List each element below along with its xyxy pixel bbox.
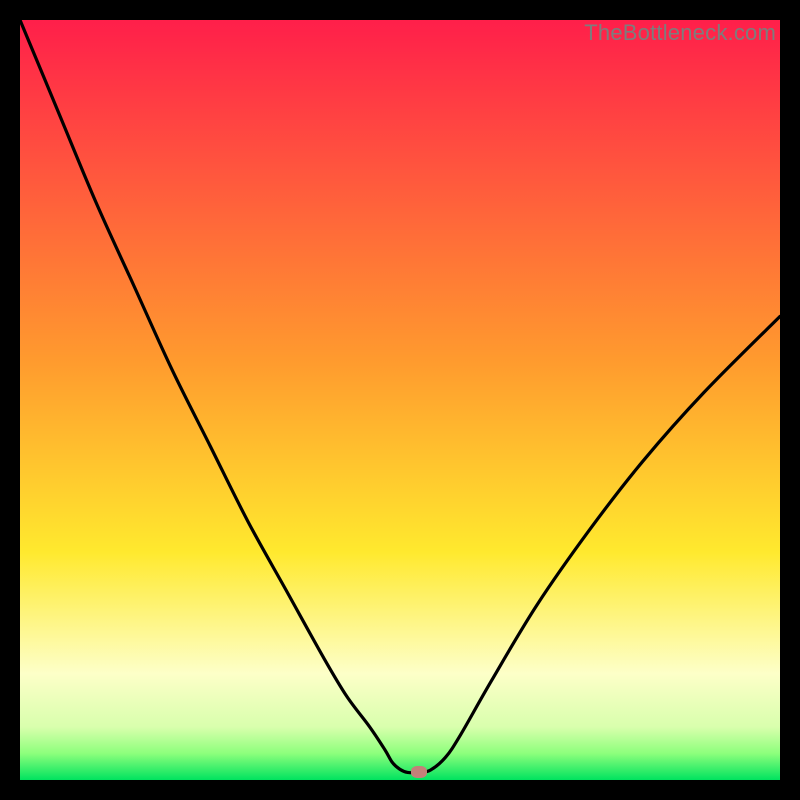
chart-frame: TheBottleneck.com: [20, 20, 780, 780]
optimal-point-marker: [411, 766, 427, 778]
bottleneck-curve: [20, 20, 780, 780]
watermark-text: TheBottleneck.com: [584, 20, 776, 46]
plot-area: [20, 20, 780, 780]
